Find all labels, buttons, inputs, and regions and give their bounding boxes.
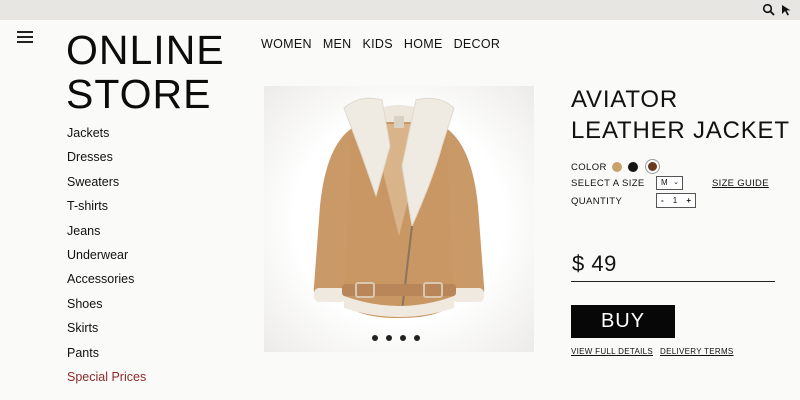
nav-kids[interactable]: KIDS [363, 37, 393, 51]
sidebar-item-jeans[interactable]: Jeans [67, 223, 146, 247]
quantity-stepper[interactable]: - 1 + [656, 193, 696, 208]
size-select-value: M [661, 178, 668, 187]
quantity-decrease-button[interactable]: - [661, 196, 664, 205]
chevron-down-icon: ⌄ [673, 179, 679, 186]
quantity-label: QUANTITY [571, 196, 623, 207]
size-label: SELECT A SIZE [571, 178, 645, 189]
top-bar [0, 0, 800, 20]
product-price: $ 49 [572, 251, 617, 276]
quantity-increase-button[interactable]: + [686, 196, 691, 205]
store-logo[interactable]: ONLINE STORE [66, 28, 225, 116]
carousel-dot[interactable] [372, 335, 378, 341]
color-swatch-tan[interactable] [612, 162, 622, 172]
nav-decor[interactable]: DECOR [454, 37, 501, 51]
cursor-icon [782, 5, 791, 16]
main-nav: WOMEN MEN KIDS HOME DECOR [261, 37, 500, 51]
sidebar-item-dresses[interactable]: Dresses [67, 149, 146, 173]
sidebar-item-jackets[interactable]: Jackets [67, 125, 146, 149]
product-title-line-1: AVIATOR [571, 86, 678, 113]
size-select[interactable]: M ⌄ [656, 176, 683, 190]
sidebar-item-shoes[interactable]: Shoes [67, 296, 146, 320]
aviator-jacket-image[interactable] [264, 86, 534, 352]
carousel-dot[interactable] [386, 335, 392, 341]
carousel-dots [372, 335, 420, 341]
hamburger-menu-icon[interactable] [17, 31, 33, 43]
logo-line-1: ONLINE [66, 27, 225, 73]
sidebar-item-underwear[interactable]: Underwear [67, 247, 146, 271]
sidebar-item-accessories[interactable]: Accessories [67, 271, 146, 295]
product-title: AVIATOR LEATHER JACKET [571, 84, 790, 146]
buy-button[interactable]: BUY [571, 305, 675, 338]
color-label: COLOR [571, 162, 607, 173]
jacket-illustration [313, 97, 485, 318]
sidebar-item-pants[interactable]: Pants [67, 345, 146, 369]
sidebar-item-sweaters[interactable]: Sweaters [67, 174, 146, 198]
sidebar-item-skirts[interactable]: Skirts [67, 320, 146, 344]
size-guide-link[interactable]: SIZE GUIDE [712, 178, 769, 189]
logo-line-2: STORE [66, 71, 212, 117]
carousel-dot[interactable] [414, 335, 420, 341]
view-full-details-link[interactable]: VIEW FULL DETAILS [571, 347, 653, 356]
product-title-line-2: LEATHER JACKET [571, 117, 790, 144]
color-swatch-black[interactable] [628, 162, 638, 172]
category-sidebar: Jackets Dresses Sweaters T-shirts Jeans … [67, 125, 146, 393]
search-icon[interactable] [762, 3, 776, 17]
nav-women[interactable]: WOMEN [261, 37, 312, 51]
nav-men[interactable]: MEN [323, 37, 352, 51]
color-swatch-brown[interactable] [646, 160, 659, 173]
carousel-dot[interactable] [400, 335, 406, 341]
nav-home[interactable]: HOME [404, 37, 443, 51]
delivery-terms-link[interactable]: DELIVERY TERMS [660, 347, 734, 356]
price-divider [571, 281, 775, 282]
sidebar-item-tshirts[interactable]: T-shirts [67, 198, 146, 222]
quantity-value: 1 [672, 196, 678, 205]
sidebar-item-special-prices[interactable]: Special Prices [67, 369, 146, 393]
